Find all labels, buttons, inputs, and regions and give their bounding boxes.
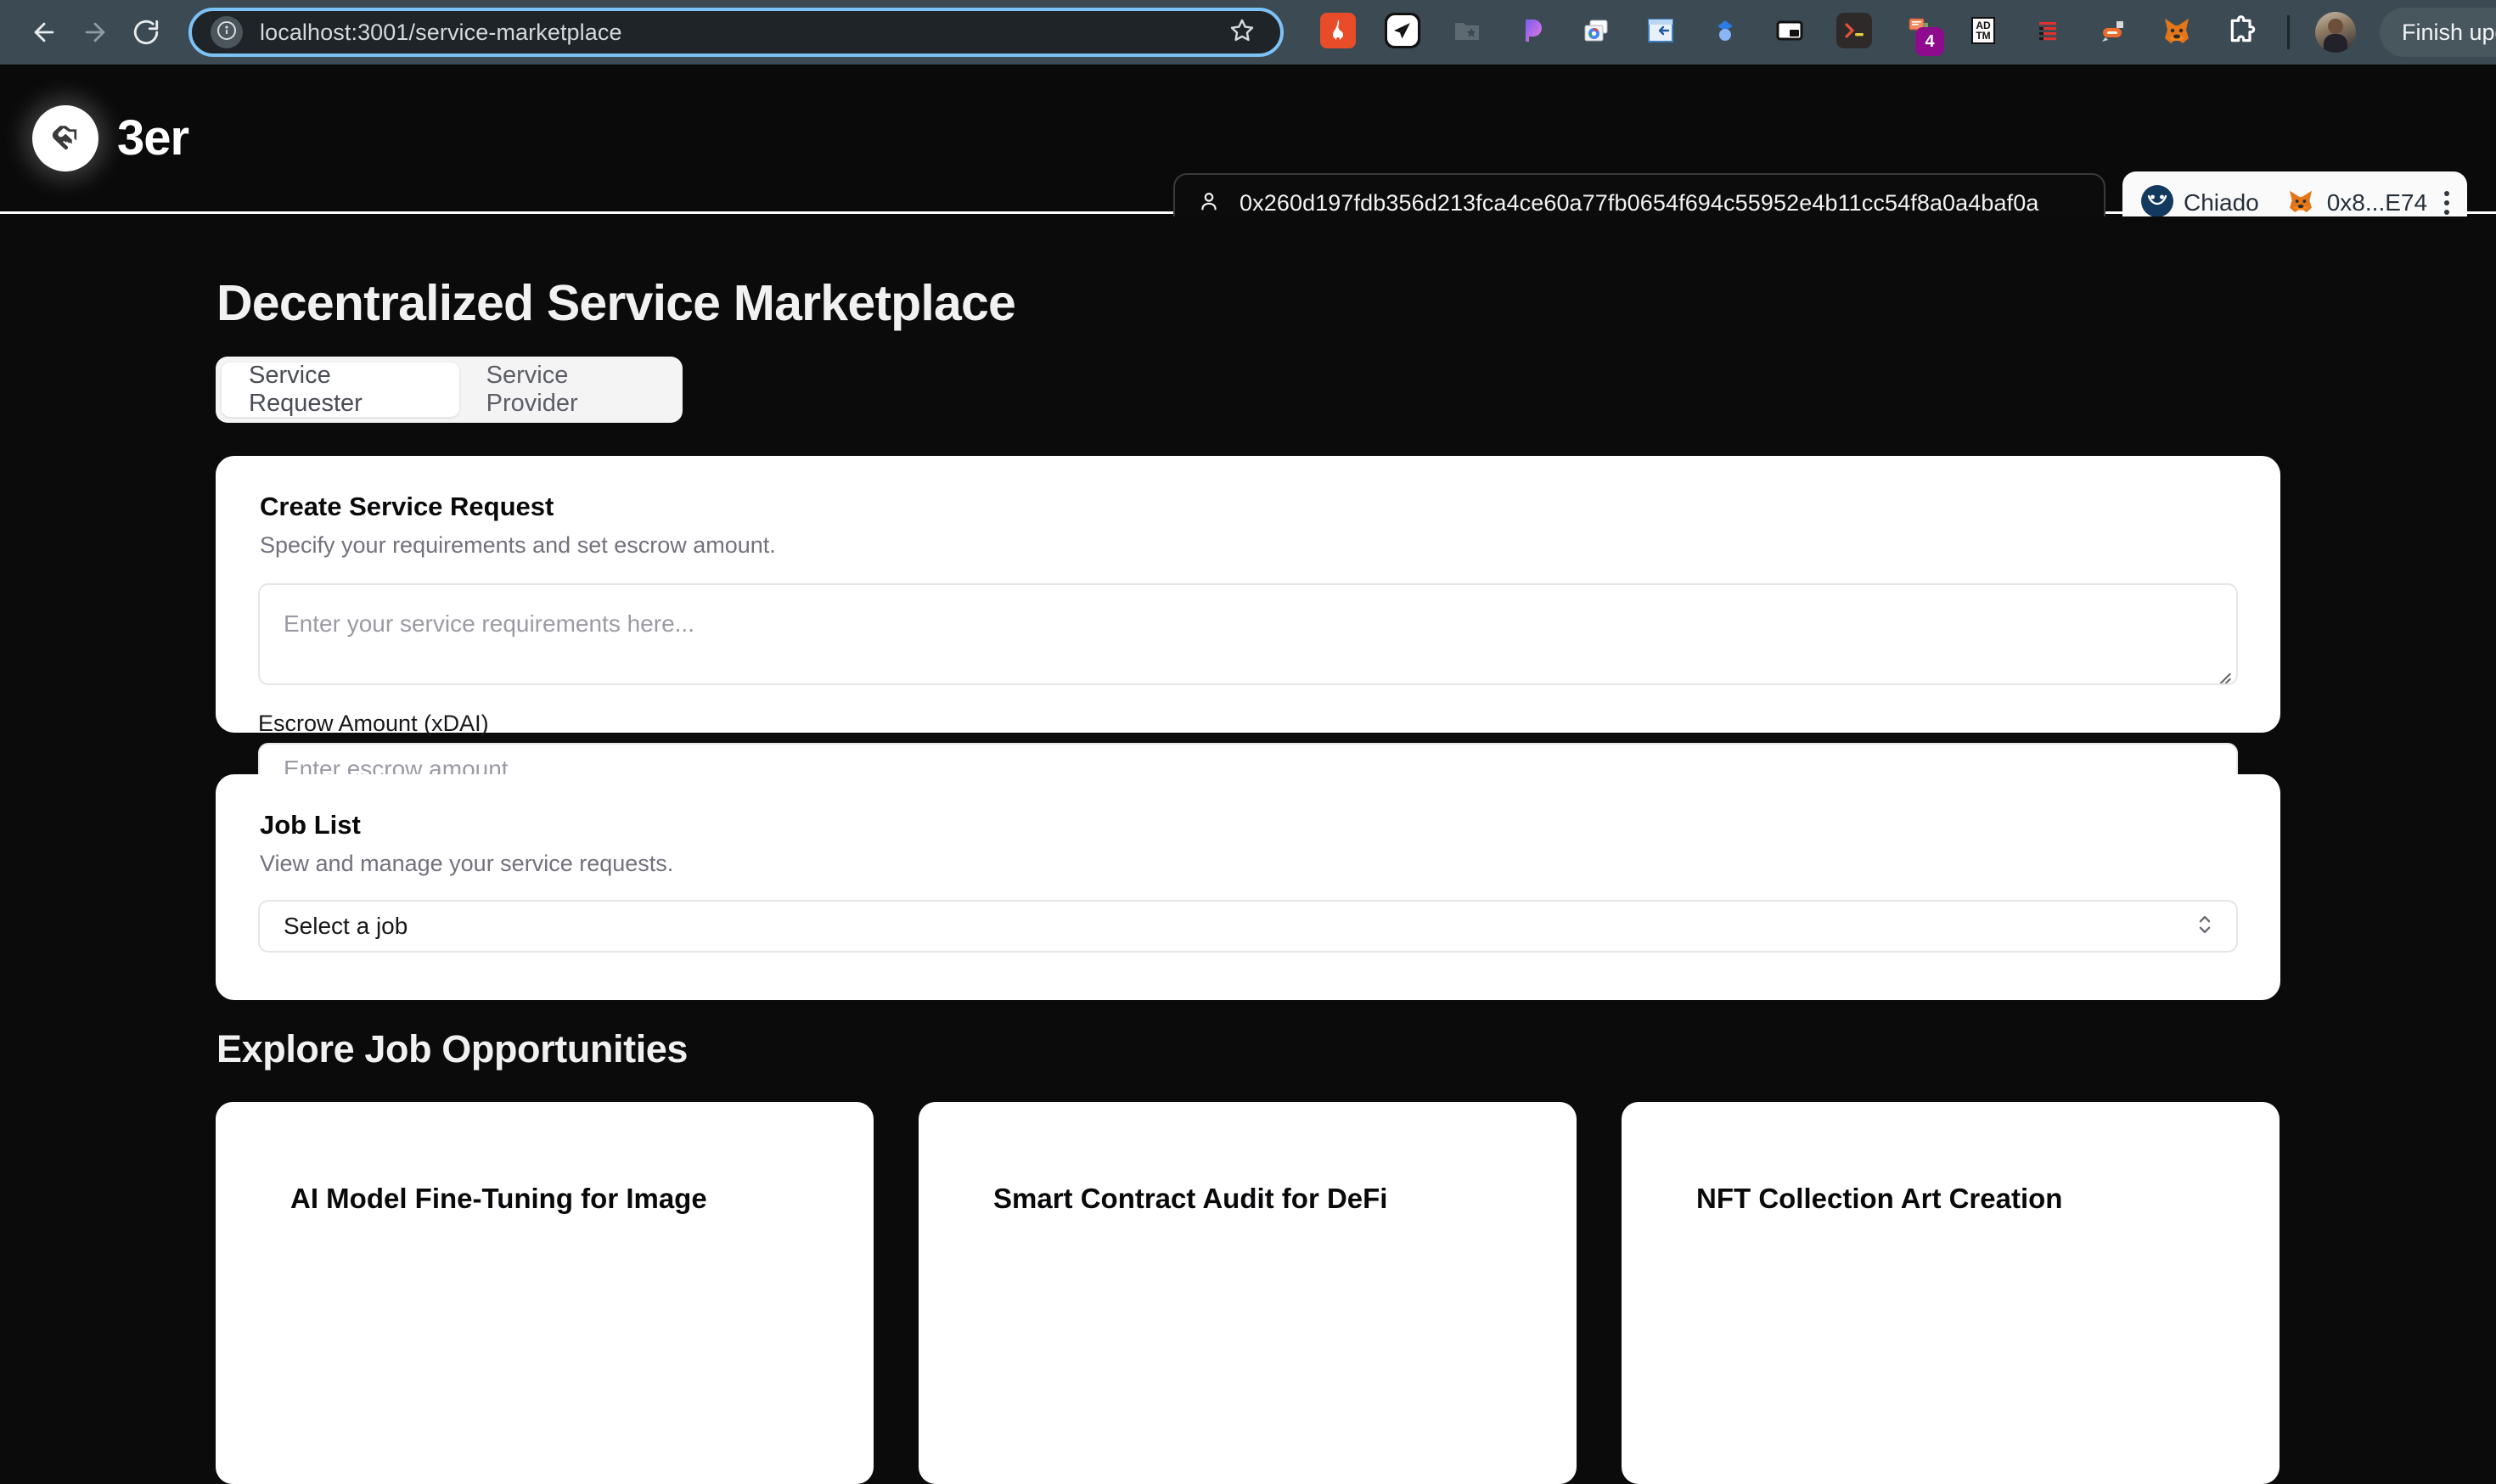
job-card-title: Smart Contract Audit for DeFi [993,1183,1388,1214]
app-header: 3er 0x260d197fdb356d213fca4ce60a77fb0654… [0,65,2496,234]
extensions-strip: 4 AD TM [1306,0,2368,65]
chevron-up-down-icon [2194,908,2216,945]
create-service-request-card: Create Service Request Specify your requ… [216,456,2280,885]
forward-arrow-icon [81,18,110,47]
extension-clipboard[interactable]: 4 [1886,0,1951,65]
person-icon [1197,189,1221,217]
extension-google-gemini[interactable] [1693,0,1757,65]
extensions-puzzle-button[interactable] [2209,0,2274,65]
extension-picture-in-picture[interactable] [1757,0,1822,65]
svg-text:TM: TM [1976,30,1990,42]
requirements-textarea[interactable]: Enter your service requirements here... [258,583,2238,685]
clipboard-extension-badge: 4 [1915,27,1944,56]
toolbar-divider [2287,15,2290,49]
job-card-title: NFT Collection Art Creation [1696,1183,2063,1214]
terminal-extension-icon [1836,12,1872,53]
tab-service-provider[interactable]: Service Provider [459,362,677,417]
extension-orange-chat[interactable] [2080,0,2145,65]
orange-chat-extension-icon [2094,13,2130,53]
bookmark-star-icon [1228,19,1256,48]
kebab-menu-icon[interactable] [2444,191,2450,215]
job-list-subtitle: View and manage your service requests. [260,851,674,876]
explore-section-title: Explore Job Opportunities [216,1027,689,1071]
paper-plane-extension-icon [1385,12,1420,53]
google-gemini-extension-icon [1707,13,1743,53]
job-card[interactable]: NFT Collection Art Creation [1622,1102,2280,1484]
browser-toolbar: localhost:3001/service-marketplace 4 AD … [0,0,2496,65]
chrome-windows-extension-icon [1578,13,1614,53]
create-card-subtitle: Specify your requirements and set escrow… [260,532,776,558]
extension-paper-plane[interactable] [1370,0,1435,65]
job-select[interactable]: Select a job [258,900,2238,953]
escrow-amount-label: Escrow Amount (xDAI) [258,711,489,736]
extension-metamask[interactable] [2145,0,2209,65]
url-text[interactable]: localhost:3001/service-marketplace [260,20,1228,46]
forward-button[interactable] [70,7,121,58]
reload-button[interactable] [121,7,171,58]
page-title: Decentralized Service Marketplace [216,275,1016,331]
address-bar[interactable]: localhost:3001/service-marketplace [188,8,1284,57]
job-list-title: Job List [260,810,361,840]
hotjar-extension-icon [1320,12,1356,53]
metamask-fox-icon [2158,12,2195,53]
red-list-extension-icon [2030,13,2066,53]
extension-chrome-windows[interactable] [1564,0,1628,65]
job-card-title: AI Model Fine-Tuning for Image [290,1183,707,1214]
extension-adtm[interactable]: AD TM [1951,0,2015,65]
extension-terminal[interactable] [1822,0,1886,65]
site-info-icon [216,20,237,45]
textarea-resize-handle[interactable] [2215,663,2232,683]
reload-icon [132,18,160,47]
adtm-extension-icon: AD TM [1965,13,2001,53]
finish-update-label: Finish update [2402,19,2496,45]
job-card[interactable]: AI Model Fine-Tuning for Image [216,1102,874,1484]
sidebar-collapse-extension-icon [1643,13,1678,53]
extension-gradient-p[interactable] [1499,0,1564,65]
site-info-button[interactable] [211,16,243,48]
bookmark-folder-extension-icon [1449,13,1485,53]
back-button[interactable] [19,7,70,58]
role-tab-group: Service Requester Service Provider [216,357,683,423]
gradient-p-extension-icon [1514,13,1549,53]
extension-sidebar-collapse[interactable] [1628,0,1693,65]
extensions-puzzle-icon [2224,14,2258,52]
finish-update-button[interactable]: Finish update [2380,8,2496,57]
page-content: Decentralized Service Marketplace Servic… [0,216,2496,1484]
handshake-logo-icon [32,104,98,171]
extension-bookmark-folder[interactable] [1435,0,1499,65]
network-name: Chiado [2184,189,2259,216]
wallet-address-text: 0x260d197fdb356d213fca4ce60a77fb0654f694… [1240,189,2039,216]
tab-service-requester[interactable]: Service Requester [222,362,459,417]
back-arrow-icon [30,18,59,47]
requirements-placeholder: Enter your service requirements here... [284,610,694,637]
extension-hotjar[interactable] [1306,0,1370,65]
create-card-title: Create Service Request [260,492,554,521]
brand-logo[interactable]: 3er [32,104,189,171]
job-select-value: Select a job [284,913,408,939]
bookmark-star-button[interactable] [1228,16,1256,49]
profile-button[interactable] [2303,0,2368,65]
extension-red-list[interactable] [2015,0,2080,65]
picture-in-picture-extension-icon [1772,13,1807,53]
job-opportunities-row: AI Model Fine-Tuning for Image Smart Con… [216,1102,2280,1484]
job-list-card: Job List View and manage your service re… [216,774,2280,1000]
avatar [2315,12,2356,53]
job-card[interactable]: Smart Contract Audit for DeFi [919,1102,1577,1484]
account-address-short: 0x8...E74 [2326,189,2428,216]
brand-name: 3er [117,110,189,166]
